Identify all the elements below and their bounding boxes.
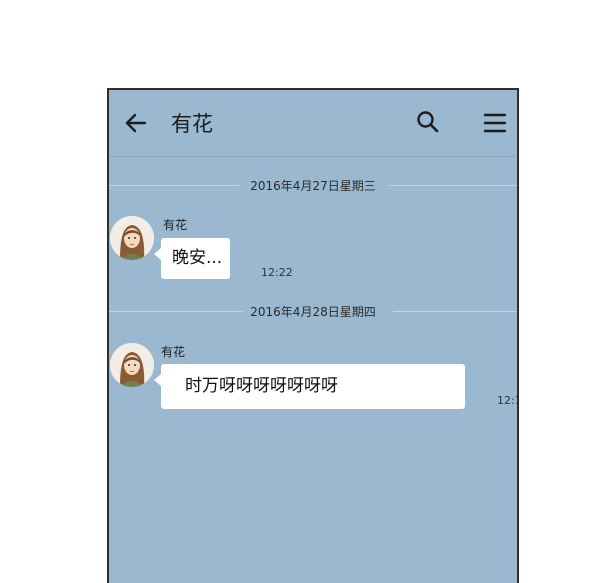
chat-screen: 有花 2016年4月27日星期三 有花 晚安... 12:22 2016年4月2… [107, 88, 519, 583]
message-bubble[interactable]: 晚安... [154, 238, 230, 279]
sender-name: 有花 [163, 218, 188, 232]
message-time: 12:1 [497, 394, 517, 407]
chat-title: 有花 [171, 112, 213, 136]
date-separator: 2016年4月28日星期四 [109, 302, 517, 322]
avatar-portrait [110, 216, 154, 260]
arrow-left-icon [125, 113, 147, 133]
avatar[interactable] [110, 343, 154, 387]
back-button[interactable] [123, 110, 149, 136]
menu-button[interactable] [482, 110, 508, 136]
search-button[interactable] [415, 109, 441, 135]
message-time: 12:22 [261, 266, 293, 279]
avatar[interactable] [110, 216, 154, 260]
date-label: 2016年4月27日星期三 [250, 179, 376, 193]
message-bubble[interactable]: 时万呀呀呀呀呀呀呀 [154, 364, 465, 409]
date-label: 2016年4月28日星期四 [250, 305, 376, 319]
avatar-portrait [110, 343, 154, 387]
menu-icon [483, 113, 507, 133]
chat-header: 有花 [109, 90, 517, 157]
sender-name: 有花 [161, 345, 186, 359]
date-separator: 2016年4月27日星期三 [109, 176, 517, 196]
search-icon [417, 111, 439, 133]
